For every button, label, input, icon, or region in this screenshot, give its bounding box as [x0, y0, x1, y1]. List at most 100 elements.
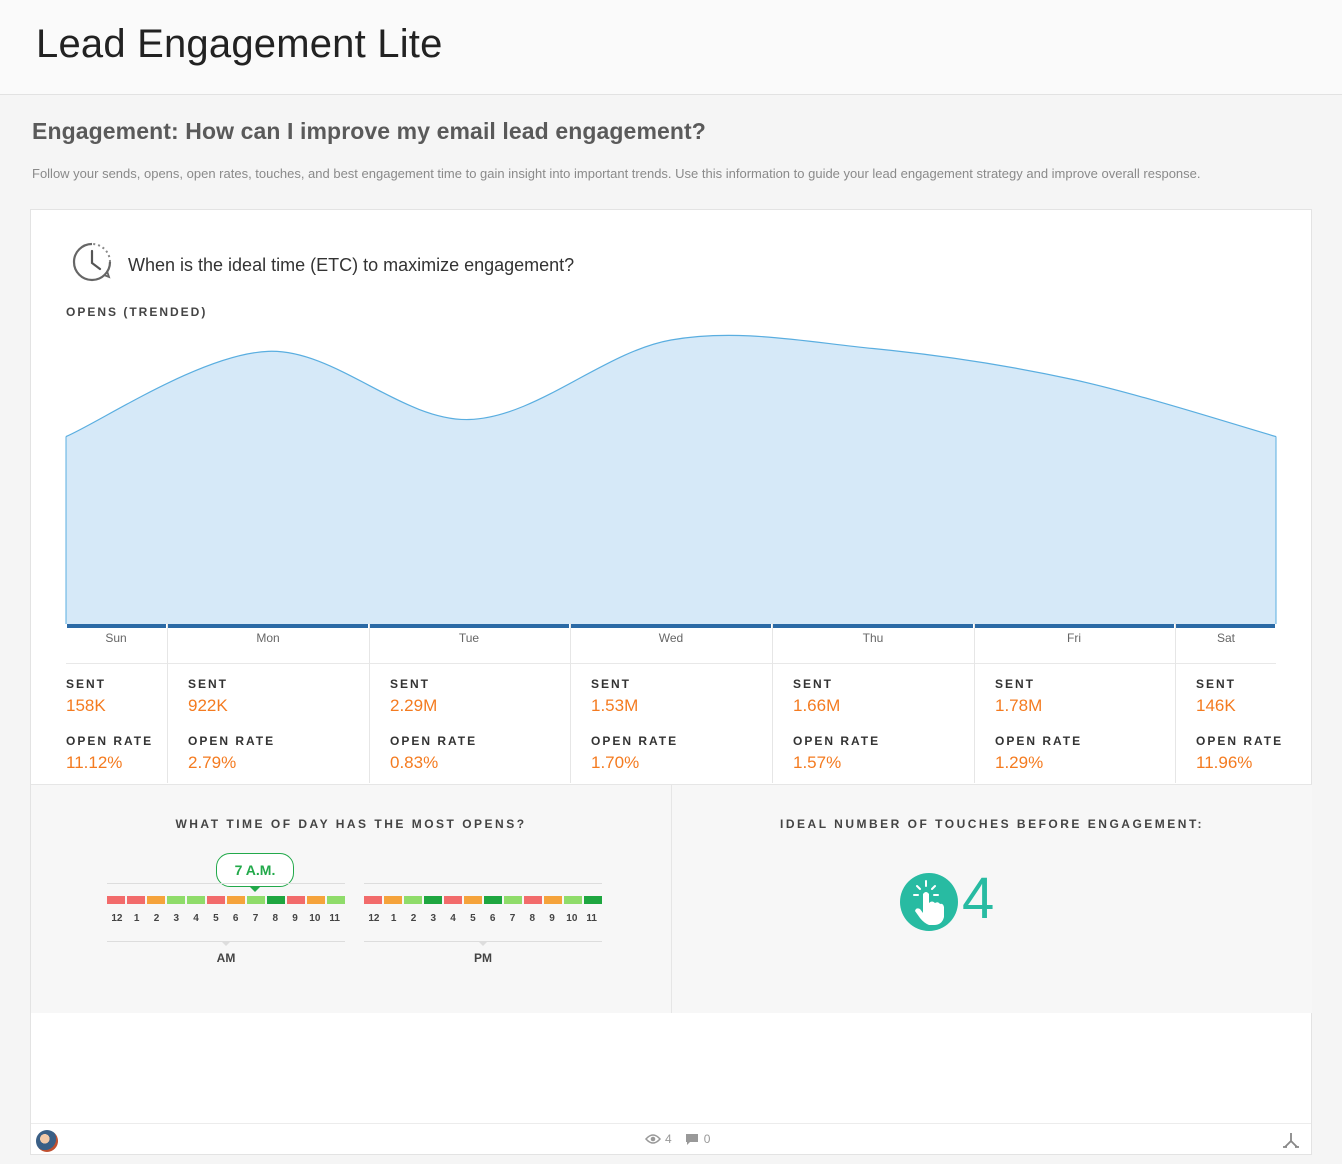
hour-label: 5: [213, 913, 219, 924]
open-rate-value: 1.70%: [591, 753, 640, 772]
hour-label: 1: [133, 913, 140, 924]
hour-segment: [227, 896, 245, 904]
hour-label: 11: [586, 913, 597, 924]
touches-panel: IDEAL NUMBER OF TOUCHES BEFORE ENGAGEMEN…: [672, 784, 1312, 1013]
sent-label: SENT: [591, 677, 632, 691]
touches-value: 4: [962, 866, 995, 931]
sent-label: SENT: [390, 677, 431, 691]
column-separator: [369, 623, 370, 783]
hour-label: 11: [329, 913, 340, 924]
hour-segment: [364, 896, 382, 904]
clock-icon: [72, 242, 112, 282]
open-rate-label: OPEN RATE: [188, 734, 276, 748]
day-label: Sat: [1216, 631, 1235, 645]
column-separator: [974, 623, 975, 783]
open-rate-value: 2.79%: [188, 753, 237, 772]
app-title: Lead Engagement Lite: [36, 22, 443, 66]
day-axis-segment: [168, 624, 368, 628]
hour-label: 7: [509, 913, 516, 924]
sent-value: 158K: [66, 696, 106, 715]
hour-segment: [207, 896, 225, 904]
hour-label: 7: [252, 913, 259, 924]
sent-value: 2.29M: [390, 696, 438, 715]
day-stats: SENT 2.29M OPEN RATE 0.83%: [390, 663, 477, 783]
open-rate-label: OPEN RATE: [793, 734, 881, 748]
open-rate-value: 1.57%: [793, 753, 842, 772]
sent-label: SENT: [66, 677, 107, 691]
open-rate-label: OPEN RATE: [591, 734, 679, 748]
open-rate-label: OPEN RATE: [66, 734, 154, 748]
day-axis-segment: [773, 624, 973, 628]
sent-value: 146K: [1196, 696, 1236, 715]
day-axis-segment: [571, 624, 771, 628]
day-label: Fri: [1067, 631, 1081, 645]
view-comment-stats: 4 0: [645, 1132, 710, 1146]
hour-label: 8: [529, 913, 536, 924]
engagement-question: When is the ideal time (ETC) to maximize…: [128, 255, 575, 275]
avatar[interactable]: [36, 1130, 58, 1152]
day-axis-segment: [975, 624, 1174, 628]
section-description: Follow your sends, opens, open rates, to…: [32, 166, 1201, 181]
hour-label: 10: [309, 913, 321, 924]
hour-label: 4: [450, 913, 456, 924]
hour-segment: [564, 896, 582, 904]
hour-segment: [127, 896, 145, 904]
hour-label: 10: [566, 913, 578, 924]
sent-value: 922K: [188, 696, 228, 715]
top-bar: Lead Engagement Lite: [0, 0, 1342, 95]
comment-icon: [685, 1134, 698, 1145]
eye-icon: [645, 1134, 661, 1144]
callout-arrow: [249, 886, 261, 892]
opens-area: [66, 335, 1276, 624]
day-stats: SENT 1.78M OPEN RATE 1.29%: [995, 663, 1082, 783]
day-axis-segment: [1176, 624, 1275, 628]
column-separator: [167, 623, 168, 783]
hour-label: 9: [292, 913, 298, 924]
sent-label: SENT: [188, 677, 229, 691]
hour-label: 9: [549, 913, 555, 924]
time-of-day-title: WHAT TIME OF DAY HAS THE MOST OPENS?: [175, 817, 527, 831]
hour-segment: [504, 896, 522, 904]
hour-segment: [384, 896, 402, 904]
hour-label: 2: [153, 913, 160, 924]
hour-label: 6: [489, 913, 496, 924]
hour-segment: [307, 896, 325, 904]
open-rate-label: OPEN RATE: [995, 734, 1083, 748]
section-heading: Engagement: How can I improve my email l…: [32, 118, 706, 144]
hand-pointer-icon: [900, 873, 958, 931]
hour-label: 1: [390, 913, 397, 924]
open-rate-value: 0.83%: [390, 753, 439, 772]
touches-title: IDEAL NUMBER OF TOUCHES BEFORE ENGAGEMEN…: [780, 817, 1204, 831]
open-rate-value: 1.29%: [995, 753, 1044, 772]
column-separator: [772, 623, 773, 783]
hour-segment: [267, 896, 285, 904]
day-label: Tue: [458, 631, 480, 645]
hour-segment: [444, 896, 462, 904]
day-stats: SENT 922K OPEN RATE 2.79%: [188, 663, 275, 783]
opens-trended-label: OPENS (TRENDED): [66, 305, 208, 319]
hour-label: 4: [193, 913, 199, 924]
day-label: Wed: [658, 631, 684, 645]
hour-segment: [484, 896, 502, 904]
hour-segment: [187, 896, 205, 904]
sent-label: SENT: [793, 677, 834, 691]
sent-value: 1.78M: [995, 696, 1043, 715]
engagement-card: When is the ideal time (ETC) to maximize…: [30, 209, 1312, 1155]
day-stats: SENT 1.66M OPEN RATE 1.57%: [793, 663, 880, 783]
expand-icon[interactable]: [1281, 1130, 1301, 1150]
hour-segment: [247, 896, 265, 904]
open-rate-label: OPEN RATE: [390, 734, 478, 748]
hour-segment: [327, 896, 345, 904]
hour-label: 8: [272, 913, 279, 924]
best-time-callout: 7 A.M.: [216, 853, 294, 887]
hour-segment: [544, 896, 562, 904]
hour-segment: [404, 896, 422, 904]
column-separator: [570, 623, 571, 783]
day-stats: SENT 146K OPEN RATE 11.96%: [1196, 663, 1283, 783]
column-separator: [1175, 623, 1176, 783]
hour-label: 12: [111, 913, 123, 924]
day-stats: SENT 1.53M OPEN RATE 1.70%: [591, 663, 678, 783]
hour-segment: [167, 896, 185, 904]
day-axis-segment: [370, 624, 569, 628]
hour-label: 3: [173, 913, 180, 924]
